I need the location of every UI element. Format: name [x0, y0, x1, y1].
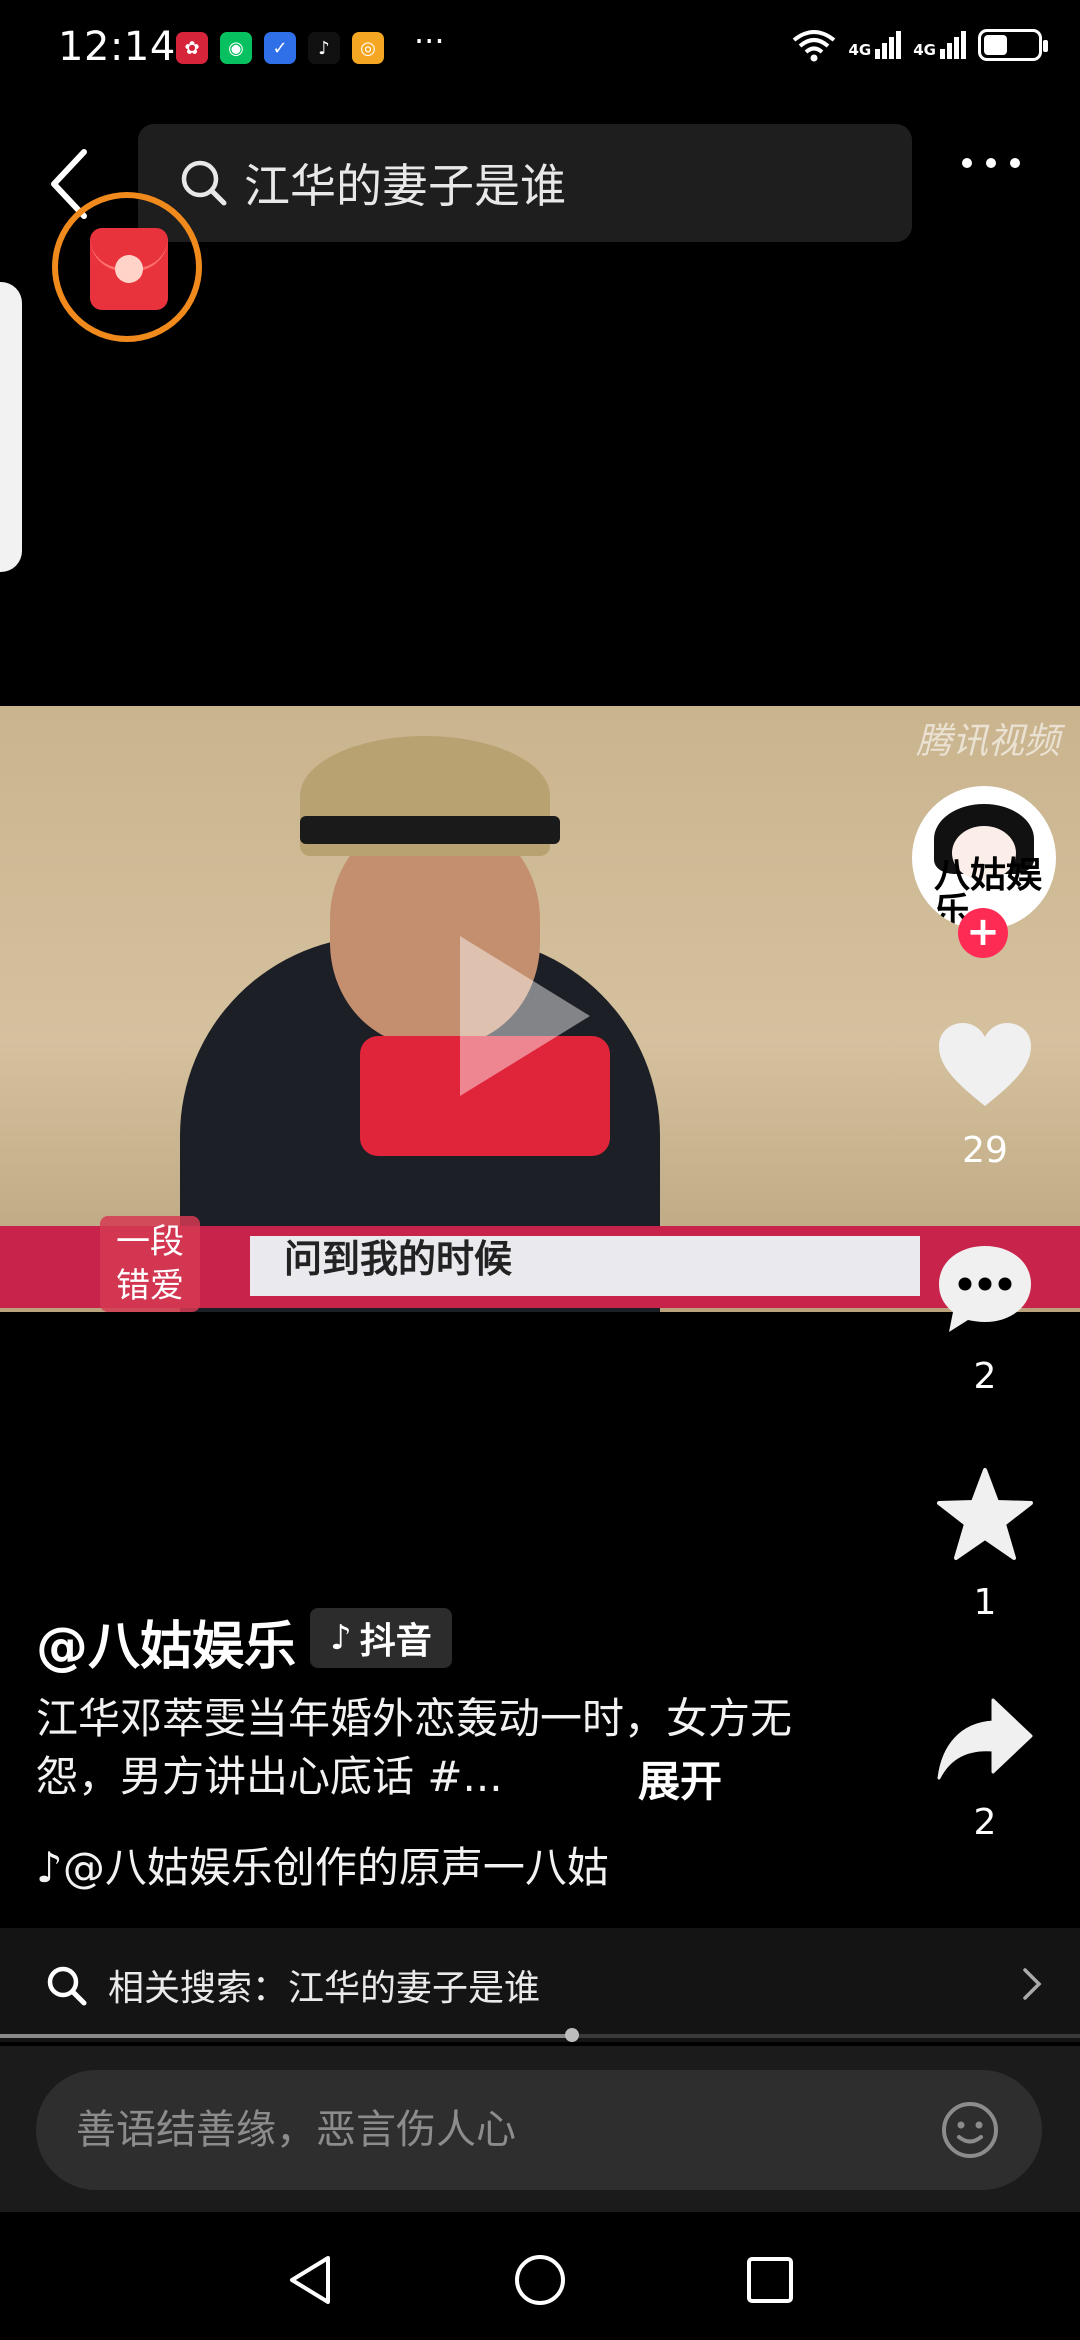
nav-back-icon[interactable]: [284, 2252, 336, 2308]
share-button[interactable]: 2: [920, 1696, 1050, 1843]
status-time: 12:14: [58, 24, 176, 70]
nav-recents-icon[interactable]: [744, 2254, 796, 2306]
favorite-count: 1: [973, 1582, 997, 1623]
more-options-button[interactable]: [962, 158, 1020, 168]
badge-line-2: 错爱: [116, 1266, 184, 1306]
red-envelope-icon: [90, 228, 168, 310]
music-info[interactable]: ♪@八姑娱乐创作的原声一八姑: [36, 1834, 636, 1895]
play-icon: [460, 936, 590, 1096]
music-note-icon: ♪: [36, 1843, 63, 1892]
favorite-button[interactable]: 1: [920, 1466, 1050, 1623]
like-button[interactable]: 29: [920, 1020, 1050, 1171]
share-icon: [937, 1698, 1033, 1780]
search-query: 江华的妻子是谁: [244, 159, 566, 213]
comment-input[interactable]: [36, 2070, 1042, 2190]
expand-button[interactable]: 展开: [638, 1748, 722, 1809]
signal-2-icon: 4G: [913, 31, 966, 59]
side-drawer-handle[interactable]: [0, 282, 22, 572]
video-progress-handle[interactable]: [565, 2028, 579, 2042]
status-bar: 12:14 ✿ ◉ ✓ ♪ ◎ ··· 4G 4G: [0, 0, 1080, 100]
emoji-icon[interactable]: [940, 2100, 1000, 2160]
chevron-right-icon: [1023, 1968, 1042, 2000]
video-watermark: 腾讯视频: [915, 721, 1060, 762]
network-type-1: 4G: [848, 41, 872, 59]
comment-icon: [939, 1246, 1031, 1332]
red-packet-button[interactable]: [52, 192, 202, 342]
system-icons: 4G 4G: [791, 28, 1048, 62]
shield-icon: ✓: [264, 32, 296, 64]
search-icon: [181, 160, 227, 206]
video-subtitle: 问到我的时候: [284, 1237, 513, 1281]
wifi-icon: [792, 30, 835, 62]
related-search-text: 相关搜索：江华的妻子是谁: [108, 1968, 541, 2009]
wechat-icon: ◉: [220, 32, 252, 64]
battery-icon: [978, 29, 1048, 61]
tiktok-logo-icon: ♪: [330, 1618, 352, 1658]
star-icon: [937, 1468, 1033, 1560]
search-bar[interactable]: 江华的妻子是谁: [138, 124, 912, 242]
notification-icons: ✿ ◉ ✓ ♪ ◎: [176, 32, 384, 64]
search-icon: [47, 1966, 87, 2006]
follow-button[interactable]: +: [958, 908, 1008, 958]
video-progress-fill: [0, 2034, 572, 2038]
related-search-bar[interactable]: 相关搜索：江华的妻子是谁: [0, 1928, 1080, 2042]
signal-1-icon: 4G: [849, 31, 902, 59]
author-name[interactable]: @八姑娱乐: [36, 1604, 296, 1679]
huawei-icon: ✿: [176, 32, 208, 64]
weibo-icon: ◎: [352, 32, 384, 64]
heart-icon: [939, 1023, 1031, 1106]
tiktok-icon: ♪: [308, 32, 340, 64]
comment-button[interactable]: 2: [920, 1240, 1050, 1397]
music-title: @八姑娱乐创作的原声一八姑: [62, 1843, 609, 1892]
platform-tag[interactable]: ♪ 抖音: [310, 1608, 452, 1668]
comment-count: 2: [973, 1356, 997, 1397]
platform-label: 抖音: [359, 1621, 432, 1662]
nav-home-icon[interactable]: [512, 2252, 568, 2308]
share-count: 2: [973, 1802, 997, 1843]
badge-line-1: 一段: [116, 1222, 184, 1262]
video-badge: 一段 错爱: [100, 1216, 200, 1312]
more-notifications-icon: ···: [414, 22, 445, 60]
system-nav-bar: [0, 2212, 1080, 2340]
like-count: 29: [962, 1130, 1008, 1171]
network-type-2: 4G: [913, 41, 936, 59]
